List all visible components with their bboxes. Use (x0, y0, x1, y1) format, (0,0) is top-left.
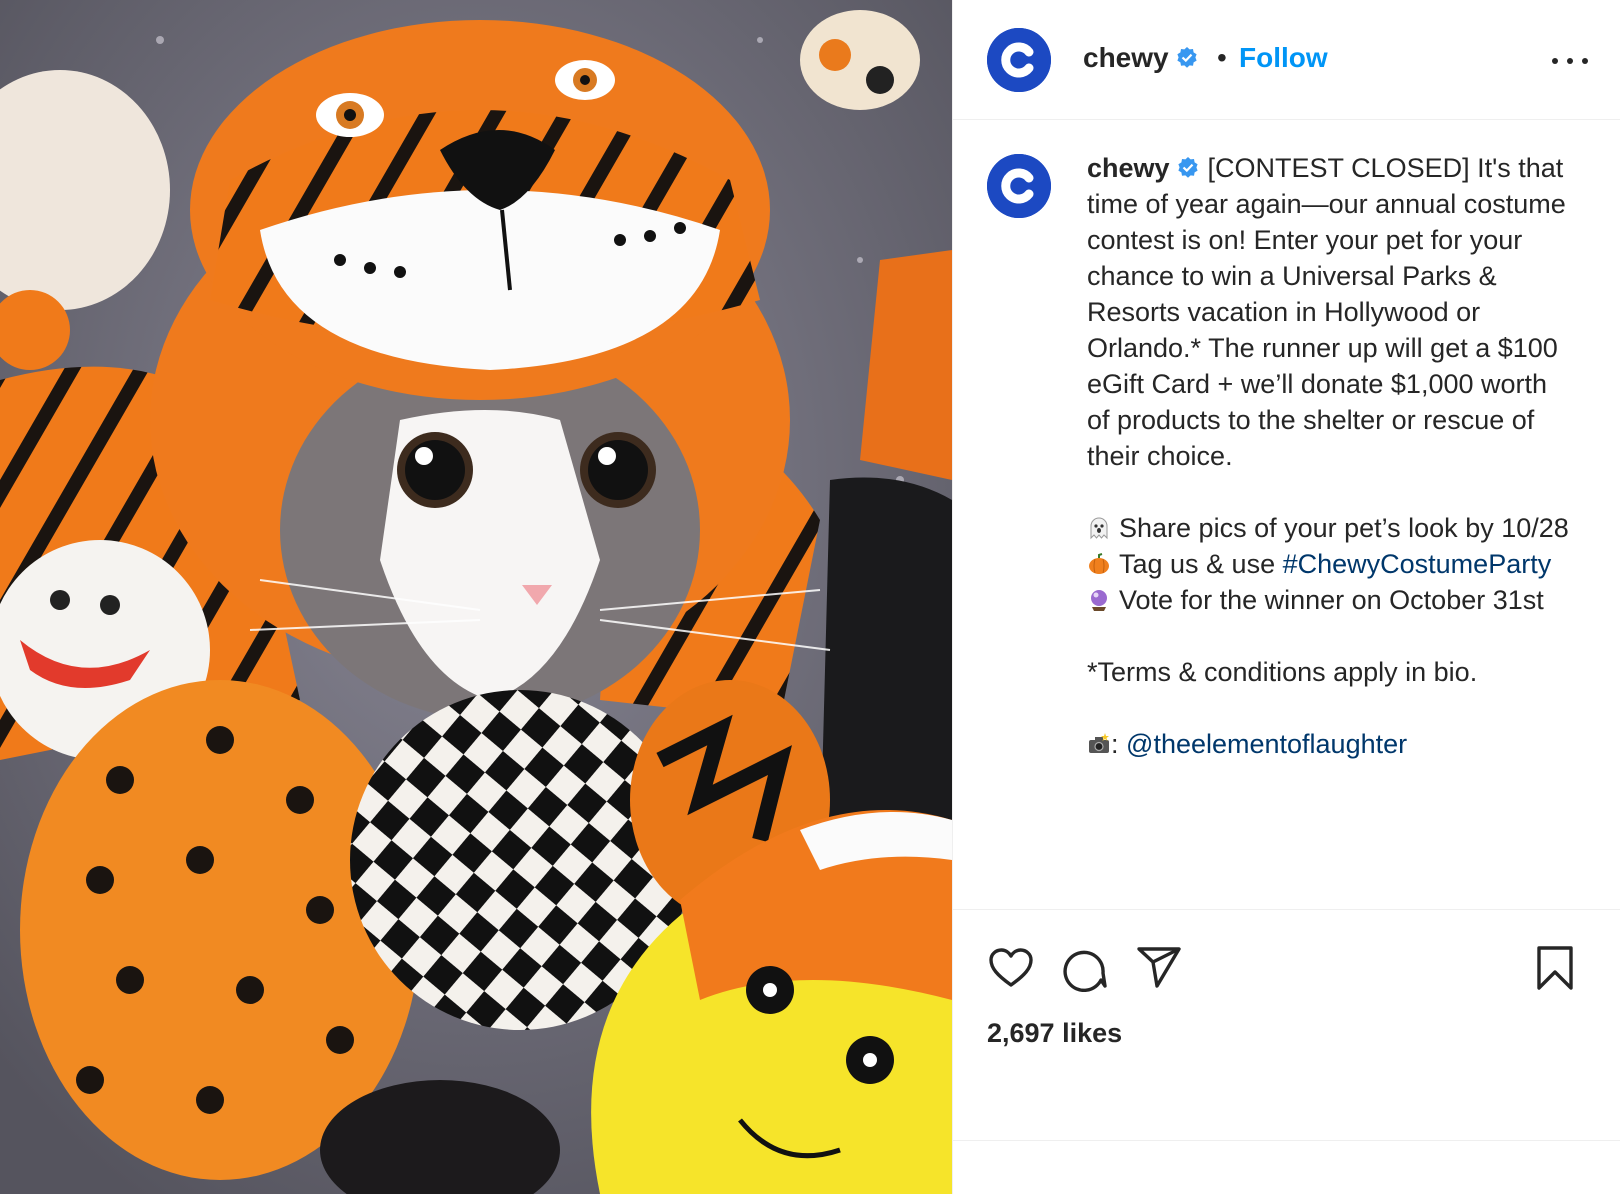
caption-text: [CONTEST CLOSED] It's that time of year … (1087, 153, 1566, 471)
hashtag-link[interactable]: #ChewyCostumeParty (1283, 549, 1552, 579)
avatar[interactable] (987, 28, 1051, 92)
username-link[interactable]: chewy (1083, 42, 1199, 74)
credit-handle-link[interactable]: @theelementoflaughter (1126, 729, 1407, 759)
caption-bullet: Vote for the winner on October 31st (1087, 582, 1577, 618)
ghost-emoji-icon (1090, 517, 1108, 540)
bullet-tag: Tag us & use (1119, 549, 1276, 579)
bookmark-icon[interactable] (1531, 944, 1579, 992)
post-header: chewy • Follow (953, 0, 1620, 120)
pumpkin-emoji-icon (1089, 553, 1109, 574)
heart-icon[interactable] (987, 944, 1035, 992)
caption-section: chewy [CONTEST CLOSED] It's that time of… (953, 120, 1620, 910)
verified-badge-icon (1177, 47, 1197, 68)
bullet-share: Share pics of your pet’s look by 10/28 (1119, 513, 1569, 543)
caption-username[interactable]: chewy (1087, 153, 1170, 183)
caption-bullet: Share pics of your pet’s look by 10/28 (1087, 510, 1577, 546)
caption-bullet: Tag us & use #ChewyCostumeParty (1087, 546, 1577, 582)
caption-avatar[interactable] (987, 154, 1051, 218)
verified-badge-icon (1177, 157, 1198, 178)
terms-text: *Terms & conditions apply in bio. (1087, 657, 1478, 687)
separator-dot: • (1217, 42, 1227, 73)
camera-flash-emoji-icon (1089, 733, 1109, 753)
chewy-logo-icon (987, 28, 1051, 92)
comment-icon[interactable] (1061, 944, 1109, 992)
likes-count[interactable]: 2,697 likes (987, 1018, 1122, 1049)
cat-costume-image (0, 0, 952, 1194)
divider (953, 1140, 1620, 1141)
post-caption: chewy [CONTEST CLOSED] It's that time of… (1087, 150, 1577, 762)
post-actions: 2,697 likes (953, 910, 1620, 1140)
credit-separator: : (1111, 729, 1119, 759)
username[interactable]: chewy (1083, 42, 1169, 73)
share-icon[interactable] (1135, 944, 1183, 992)
photo-credit: : @theelementoflaughter (1087, 726, 1577, 762)
post-photo[interactable] (0, 0, 952, 1194)
chewy-logo-icon (987, 154, 1051, 218)
post-detail-panel: chewy • Follow chewy [CONTEST CLOSED] It… (952, 0, 1620, 1194)
bullet-vote: Vote for the winner on October 31st (1119, 585, 1544, 615)
follow-button[interactable]: Follow (1239, 42, 1328, 74)
crystal-ball-emoji-icon (1091, 590, 1107, 611)
more-options-icon[interactable] (1550, 40, 1590, 80)
